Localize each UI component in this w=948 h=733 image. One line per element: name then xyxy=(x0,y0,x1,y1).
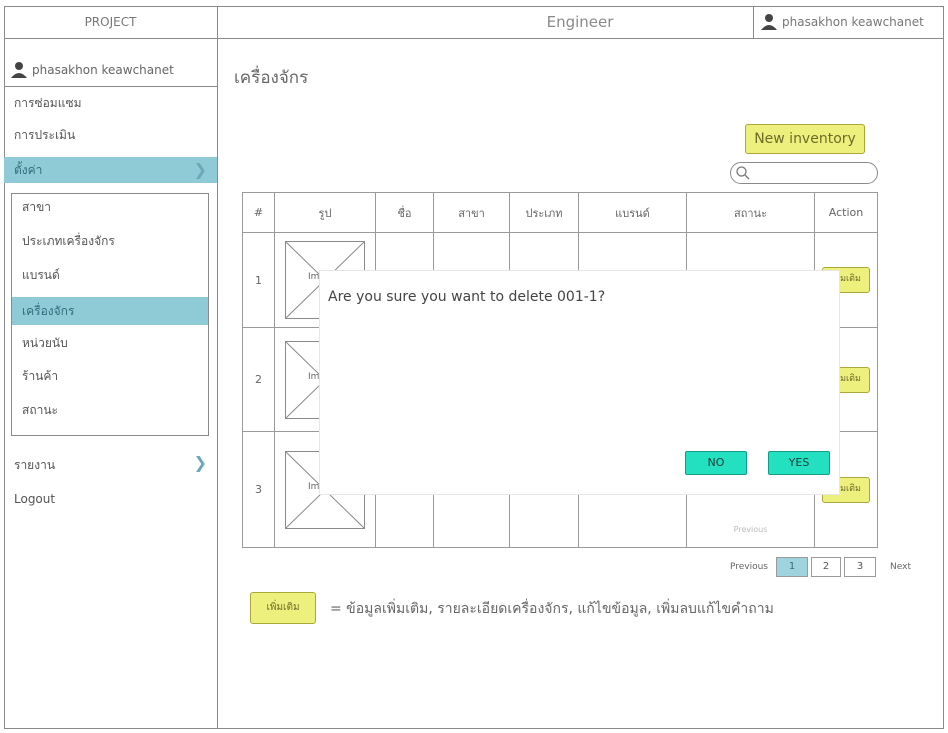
dialog-message: Are you sure you want to delete 001-1? xyxy=(328,289,606,305)
sidebar-item-logout[interactable]: Logout xyxy=(4,488,217,510)
submenu-item-store[interactable]: ร้านค้า xyxy=(12,365,208,387)
column-header: Action xyxy=(814,192,878,233)
column-header: สาขา xyxy=(433,192,510,233)
submenu-item-unit[interactable]: หน่วยนับ xyxy=(12,332,208,354)
column-header: รูป xyxy=(274,192,376,233)
row-number: 2 xyxy=(242,327,275,432)
legend-text: = ข้อมูลเพิ่มเติม, รายละเอียดเครื่องจักร… xyxy=(330,601,774,617)
sidebar-divider xyxy=(217,6,218,729)
header-user-divider xyxy=(753,6,754,38)
sidebar-item-settings-label: ตั้งค่า xyxy=(14,163,43,177)
pagination-page-1[interactable]: 1 xyxy=(776,557,808,577)
legend-more-button: เพิ่มเติม xyxy=(250,592,316,624)
table-header-row: # รูป ชื่อ สาขา ประเภท แบรนด์ สถานะ Acti… xyxy=(242,192,878,233)
project-title: PROJECT xyxy=(84,15,137,29)
header-user-name: phasakhon keawchanet xyxy=(782,15,924,29)
pagination-next[interactable]: Next xyxy=(890,557,920,577)
pagination-page-3[interactable]: 3 xyxy=(844,557,876,577)
search-input[interactable] xyxy=(730,162,878,184)
image-label: Im xyxy=(308,371,320,382)
submenu-item-machine-type[interactable]: ประเภทเครื่องจักร xyxy=(12,230,208,252)
pagination-page-2[interactable]: 2 xyxy=(811,557,841,577)
sidebar-user[interactable]: phasakhon keawchanet xyxy=(10,58,210,82)
sidebar-item-report[interactable]: รายงาน ❯ xyxy=(4,453,217,476)
new-inventory-button[interactable]: New inventory xyxy=(745,124,865,154)
sidebar-user-divider xyxy=(4,86,217,87)
sidebar-user-name: phasakhon keawchanet xyxy=(32,63,174,77)
submenu-item-branch[interactable]: สาขา xyxy=(12,196,208,218)
yes-button[interactable]: YES xyxy=(768,451,830,475)
sidebar-item-settings[interactable]: ตั้งค่า ❯ xyxy=(4,157,217,183)
chevron-right-icon: ❯ xyxy=(193,160,207,179)
row-number: 1 xyxy=(242,232,275,328)
column-header: แบรนด์ xyxy=(578,192,687,233)
image-label: Im xyxy=(308,272,320,282)
submenu-item-brand[interactable]: แบรนด์ xyxy=(12,264,208,286)
chevron-right-icon: ❯ xyxy=(193,453,207,472)
header-divider xyxy=(4,38,944,39)
submenu-item-status[interactable]: สถานะ xyxy=(12,399,208,421)
page-header-title: Engineer xyxy=(546,13,614,31)
column-header: ชื่อ xyxy=(375,192,434,233)
page-title: เครื่องจักร xyxy=(234,68,309,88)
user-icon xyxy=(10,61,28,79)
header-user[interactable]: phasakhon keawchanet xyxy=(760,6,942,38)
pagination-previous[interactable]: Previous xyxy=(708,557,768,577)
inner-previous-link[interactable]: Previous xyxy=(688,525,813,546)
submenu-item-machine[interactable]: เครื่องจักร xyxy=(12,297,208,325)
sidebar-item-evaluation[interactable]: การประเมิน xyxy=(4,124,217,146)
no-button[interactable]: NO xyxy=(685,451,747,475)
sidebar-item-report-label: รายงาน xyxy=(14,458,56,472)
delete-confirm-dialog: Are you sure you want to delete 001-1? N… xyxy=(320,271,839,494)
column-header: ประเภท xyxy=(509,192,579,233)
search-icon xyxy=(735,165,751,185)
column-header: สถานะ xyxy=(686,192,815,233)
image-label: Im xyxy=(308,481,320,492)
row-number: 3 xyxy=(242,431,275,548)
sidebar-item-repair[interactable]: การซ่อมแซม xyxy=(4,92,217,114)
column-header: # xyxy=(242,192,275,233)
user-icon xyxy=(760,13,778,31)
